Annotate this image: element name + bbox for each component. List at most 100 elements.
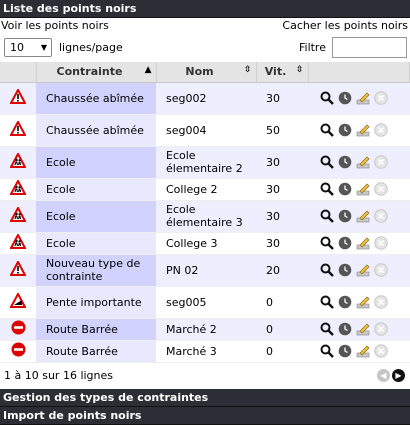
delete-icon[interactable] (374, 263, 388, 277)
edit-icon[interactable] (356, 182, 370, 196)
section2-title[interactable]: Gestion des types de contraintes (0, 388, 410, 407)
school-icon (0, 178, 36, 201)
edit-icon[interactable] (356, 263, 370, 277)
delete-icon[interactable] (374, 91, 388, 105)
cell-actions (308, 178, 410, 201)
delete-icon[interactable] (374, 236, 388, 250)
edit-icon[interactable] (356, 322, 370, 336)
page-size-select[interactable]: 10 ▼ (4, 37, 52, 57)
cell-vit: 30 (256, 82, 308, 115)
history-icon[interactable] (338, 155, 352, 169)
edit-icon[interactable] (356, 123, 370, 137)
show-points-link[interactable]: Voir les points noirs (1, 18, 109, 34)
view-icon[interactable] (320, 322, 334, 336)
delete-icon[interactable] (374, 295, 388, 309)
col-contrainte[interactable]: Contrainte ▲ (36, 62, 157, 83)
table-row[interactable]: Pente importante seg005 0 (0, 286, 410, 319)
table-row[interactable]: Ecole College 2 30 (0, 178, 410, 201)
prev-page-icon[interactable]: ◀ (377, 369, 390, 382)
table-row[interactable]: Route Barrée Marché 20 (0, 318, 410, 341)
edit-icon[interactable] (356, 155, 370, 169)
cell-contrainte: Ecole (36, 200, 156, 233)
school-icon (0, 146, 36, 179)
delete-icon[interactable] (374, 182, 388, 196)
cell-actions (308, 340, 410, 363)
table-row[interactable]: Ecole Ecole élementaire 2 30 (0, 146, 410, 179)
cell-contrainte: Ecole (36, 146, 156, 179)
warning-icon (0, 82, 36, 115)
cell-vit: 30 (256, 200, 308, 233)
cell-nom: Marché 3 (156, 340, 256, 363)
table-row[interactable]: Ecole College 3 30 (0, 232, 410, 255)
history-icon[interactable] (338, 182, 352, 196)
table-row[interactable]: Nouveau type de contrainte PN 02 20 (0, 254, 410, 287)
delete-icon[interactable] (374, 155, 388, 169)
cell-contrainte: Route Barrée (36, 318, 156, 341)
edit-icon[interactable] (356, 236, 370, 250)
section3-title[interactable]: Import de points noirs (0, 406, 410, 425)
delete-icon[interactable] (374, 344, 388, 358)
view-icon[interactable] (320, 236, 334, 250)
col-nom[interactable]: Nom ⇳ (156, 62, 257, 83)
history-icon[interactable] (338, 209, 352, 223)
no-entry-icon (0, 340, 36, 363)
cell-nom: seg002 (156, 82, 256, 115)
history-icon[interactable] (338, 344, 352, 358)
cell-contrainte: Nouveau type de contrainte (36, 254, 156, 287)
section-title[interactable]: Liste des points noirs (0, 0, 410, 18)
cell-vit: 0 (256, 318, 308, 341)
view-icon[interactable] (320, 295, 334, 309)
view-icon[interactable] (320, 182, 334, 196)
view-icon[interactable] (320, 344, 334, 358)
hide-points-link[interactable]: Cacher les points noirs (282, 18, 408, 34)
history-icon[interactable] (338, 263, 352, 277)
cell-actions (308, 114, 410, 147)
history-icon[interactable] (338, 322, 352, 336)
delete-icon[interactable] (374, 209, 388, 223)
view-icon[interactable] (320, 123, 334, 137)
col-vit[interactable]: Vit. ⇳ (256, 62, 309, 83)
pagination-info: 1 à 10 sur 16 lignes (4, 369, 114, 382)
cell-nom: College 2 (156, 178, 256, 201)
next-page-icon[interactable]: ▶ (392, 369, 405, 382)
cell-actions (308, 200, 410, 233)
table-row[interactable]: Chaussée abîmée seg002 30 (0, 82, 410, 115)
cell-vit: 0 (256, 286, 308, 319)
edit-icon[interactable] (356, 344, 370, 358)
cell-vit: 50 (256, 114, 308, 147)
filter-input[interactable] (332, 36, 407, 58)
cell-actions (308, 232, 410, 255)
sort-both-icon: ⇳ (295, 65, 304, 75)
history-icon[interactable] (338, 295, 352, 309)
view-icon[interactable] (320, 209, 334, 223)
table-row[interactable]: Chaussée abîmée seg004 50 (0, 114, 410, 147)
no-entry-icon (0, 318, 36, 341)
history-icon[interactable] (338, 91, 352, 105)
cell-actions (308, 318, 410, 341)
edit-icon[interactable] (356, 209, 370, 223)
school-icon (0, 200, 36, 233)
cell-vit: 0 (256, 340, 308, 363)
view-icon[interactable] (320, 155, 334, 169)
cell-contrainte: Ecole (36, 178, 156, 201)
cell-actions (308, 254, 410, 287)
view-icon[interactable] (320, 263, 334, 277)
cell-nom: PN 02 (156, 254, 256, 287)
cell-vit: 30 (256, 232, 308, 255)
delete-icon[interactable] (374, 322, 388, 336)
history-icon[interactable] (338, 236, 352, 250)
table-row[interactable]: Route Barrée Marché 30 (0, 340, 410, 363)
table-row[interactable]: Ecole Ecole élementaire 3 30 (0, 200, 410, 233)
edit-icon[interactable] (356, 295, 370, 309)
cell-actions (308, 146, 410, 179)
delete-icon[interactable] (374, 123, 388, 137)
warning-icon (0, 114, 36, 147)
col-actions (308, 62, 410, 83)
cell-nom: seg005 (156, 286, 256, 319)
history-icon[interactable] (338, 123, 352, 137)
cell-contrainte: Ecole (36, 232, 156, 255)
edit-icon[interactable] (356, 91, 370, 105)
slope-icon (0, 286, 36, 319)
sort-both-icon: ⇳ (243, 65, 252, 75)
view-icon[interactable] (320, 91, 334, 105)
